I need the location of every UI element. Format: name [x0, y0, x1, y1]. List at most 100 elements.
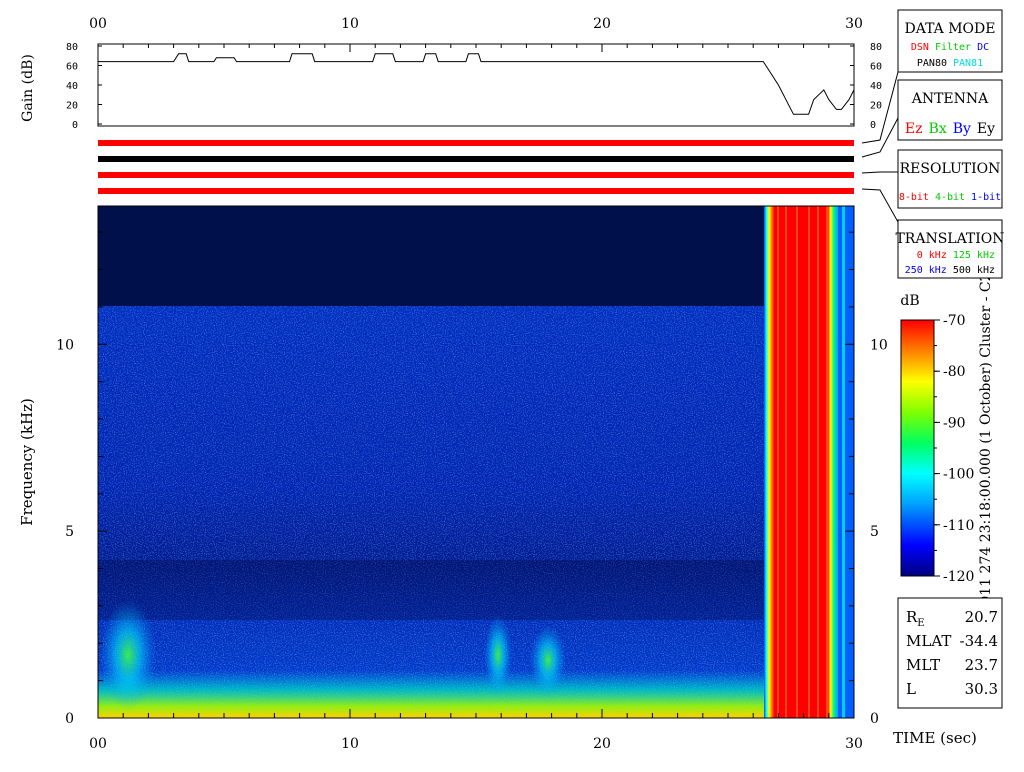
gain-y-tick-label-right: 80	[870, 42, 882, 53]
low-freq-floor	[98, 670, 766, 718]
gain-y-tick-label-right: 60	[870, 62, 882, 73]
gain-frame	[97, 43, 855, 127]
antenna-item: Ez	[905, 121, 923, 137]
colorbar-tick-label: -90	[943, 415, 966, 431]
post-burst-highlight	[842, 206, 845, 718]
data-mode-item: PAN81	[953, 58, 983, 69]
gain-y-tick-label-left: 20	[66, 101, 78, 112]
time-axis-label: TIME (sec)	[893, 729, 977, 747]
legend-translation: TRANSLATION 0 kHz 125 kHz 250 kHz 500 kHz	[895, 219, 1005, 279]
orbit-info-label-subscript: E	[917, 618, 924, 629]
status-bar	[98, 188, 854, 194]
bottom-x-tick-label: 10	[341, 736, 359, 752]
top-x-tick-label: 10	[341, 16, 359, 32]
translation-item: 500 kHz	[953, 265, 995, 276]
colorbar: dB -70 -80 -90 -100 -110 -120	[900, 293, 974, 585]
antenna-item: Ey	[977, 121, 995, 137]
frequency-axis-label: Frequency (kHz)	[18, 398, 36, 526]
colorbar-tick-label: -100	[943, 467, 974, 483]
gain-y-tick-label-left: 80	[66, 42, 78, 53]
translation-item: 125 kHz	[953, 250, 995, 261]
legend-translation-title: TRANSLATION	[895, 231, 1004, 247]
legend-resolution: RESOLUTION 8-bit 4-bit 1-bit	[897, 149, 1003, 209]
top-x-tick-label: 30	[845, 16, 863, 32]
gain-y-tick-label-left: 60	[66, 62, 78, 73]
legend-connectors	[861, 71, 899, 223]
gain-y-tick-label-left: 40	[66, 81, 78, 92]
legend-data-mode-title: DATA MODE	[905, 21, 996, 37]
spectrogram-y-tick-label-left: 10	[56, 337, 74, 353]
bottom-x-tick-label: 00	[89, 736, 107, 752]
legend-antenna-title: ANTENNA	[911, 91, 989, 107]
emission-blob-3	[530, 625, 566, 695]
orbit-info-label: MLT	[906, 656, 940, 674]
orbit-info-value: 30.3	[965, 680, 998, 698]
colorbar-ticks: -70 -80 -90 -100 -110 -120	[934, 313, 974, 585]
colorbar-tick-label: -80	[943, 364, 966, 380]
resolution-item: 4-bit	[935, 192, 965, 203]
bottom-x-tick-label: 20	[593, 736, 611, 752]
orbit-info-value: 20.7	[965, 608, 998, 626]
spectrogram-noise	[98, 306, 766, 718]
status-bars	[98, 140, 854, 194]
resolution-item: 8-bit	[899, 192, 929, 203]
data-mode-item: DSN	[911, 42, 929, 53]
colorbar-gradient	[900, 319, 935, 577]
gain-y-tick-label-right: 0	[870, 120, 876, 131]
colorbar-tick-label: -110	[943, 518, 974, 534]
gain-y-axis-label: Gain (dB)	[20, 54, 36, 122]
gain-y-tick-label-right: 20	[870, 101, 882, 112]
colorbar-tick-label: -120	[943, 569, 974, 585]
orbit-info-label: MLAT	[906, 632, 951, 650]
gain-y-tick-label-right: 40	[870, 81, 882, 92]
legend-resolution-title: RESOLUTION	[900, 161, 1001, 177]
top-x-ticks: 00 10 20 30	[89, 16, 863, 32]
translation-item: 250 kHz	[905, 265, 947, 276]
orbit-info-value: -34.4	[960, 632, 998, 650]
emission-blob-2	[484, 615, 512, 695]
legend-data-mode: DATA MODE DSN Filter DC PAN80 PAN81	[897, 9, 1003, 73]
status-bar	[98, 172, 854, 178]
orbit-info-label-main: L	[906, 680, 916, 698]
spectrogram-y-tick-label-left: 0	[65, 711, 74, 727]
top-empty-region	[98, 206, 766, 306]
orbit-info-value: 23.7	[965, 656, 998, 674]
status-bar	[98, 140, 854, 146]
colorbar-label: dB	[900, 293, 919, 309]
colorbar-tick-label: -70	[943, 313, 966, 329]
spectrogram-y-tick-label-left: 5	[65, 524, 74, 540]
gain-panel: 80 60 40 20 0 80 60 40 20 0 00 10 20 30 Gain (dB)	[20, 16, 882, 131]
orbit-info-label-main: MLAT	[906, 632, 951, 650]
orbit-info-label-main: R	[906, 608, 918, 626]
post-burst-strip	[838, 206, 854, 718]
gain-y-ticks-right: 80 60 40 20 0	[850, 42, 882, 131]
data-mode-item: PAN80	[917, 58, 947, 69]
spectrogram-y-tick-label-right: 0	[870, 711, 879, 727]
antenna-item: Bx	[929, 121, 947, 137]
bottom-x-tick-label: 30	[845, 736, 863, 752]
top-x-tick-label: 20	[593, 16, 611, 32]
legend-data-mode-line1: DSN Filter DC	[911, 42, 989, 53]
antenna-item: By	[953, 121, 971, 137]
connector-translation	[861, 188, 899, 223]
orbit-info: RE 20.7 MLAT -34.4 MLT 23.7 L 30.3	[897, 597, 1003, 709]
chart-canvas: 80 60 40 20 0 80 60 40 20 0 00 10 20 30 Gain (dB) 1…	[18, 9, 1005, 752]
orbit-info-label: L	[906, 680, 916, 698]
status-bar	[98, 156, 854, 162]
legend-antenna: ANTENNA Ez Bx By Ey	[897, 79, 1003, 141]
legend-translation-line1: 0 kHz 125 kHz	[917, 250, 995, 261]
data-mode-item: Filter	[935, 42, 971, 53]
translation-item: 0 kHz	[917, 250, 947, 261]
resolution-item: 1-bit	[971, 192, 1001, 203]
legend-data-mode-box	[897, 9, 1003, 73]
gain-y-ticks-left: 80 60 40 20 0	[66, 42, 102, 131]
spectrogram-y-tick-label-right: 5	[870, 524, 879, 540]
orbit-info-label-main: MLT	[906, 656, 940, 674]
data-mode-item: DC	[977, 42, 989, 53]
top-x-tick-label: 00	[89, 16, 107, 32]
dark-band	[98, 560, 766, 620]
connector-antenna	[861, 117, 899, 158]
bottom-x-ticks: 00 10 20 30	[89, 736, 863, 752]
timestamp-side-label: 2011 274 23:18:00.000 (1 October) Cluste…	[978, 272, 994, 613]
legend-resolution-items: 8-bit 4-bit 1-bit	[899, 192, 1001, 203]
